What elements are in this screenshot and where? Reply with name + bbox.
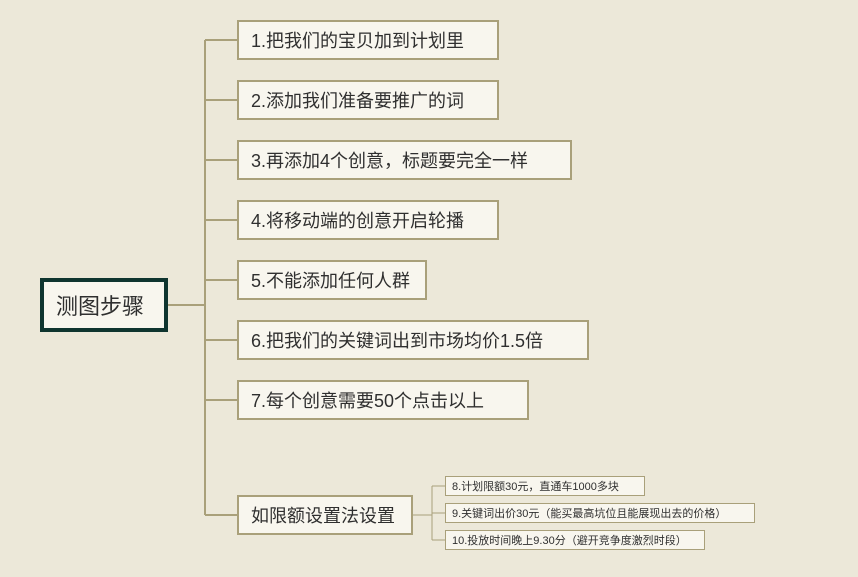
child-node-5[interactable]: 5.不能添加任何人群 bbox=[237, 260, 427, 300]
child-label: 2.添加我们准备要推广的词 bbox=[251, 87, 464, 113]
child-node-4[interactable]: 4.将移动端的创意开启轮播 bbox=[237, 200, 499, 240]
child-label: 3.再添加4个创意，标题要完全一样 bbox=[251, 147, 528, 173]
child-label: 如限额设置法设置 bbox=[251, 502, 395, 528]
child-label: 6.把我们的关键词出到市场均价1.5倍 bbox=[251, 327, 543, 353]
sub-label: 9.关键词出价30元（能买最高坑位且能展现出去的价格） bbox=[452, 505, 726, 521]
child-label: 7.每个创意需要50个点击以上 bbox=[251, 387, 484, 413]
child-node-3[interactable]: 3.再添加4个创意，标题要完全一样 bbox=[237, 140, 572, 180]
root-node[interactable]: 测图步骤 bbox=[40, 278, 168, 332]
sub-node-1[interactable]: 8.计划限额30元，直通车1000多块 bbox=[445, 476, 645, 496]
sub-label: 10.投放时间晚上9.30分（避开竞争度激烈时段） bbox=[452, 532, 687, 548]
sub-node-2[interactable]: 9.关键词出价30元（能买最高坑位且能展现出去的价格） bbox=[445, 503, 755, 523]
child-node-6[interactable]: 6.把我们的关键词出到市场均价1.5倍 bbox=[237, 320, 589, 360]
child-label: 4.将移动端的创意开启轮播 bbox=[251, 207, 464, 233]
root-label: 测图步骤 bbox=[56, 289, 144, 321]
child-node-8[interactable]: 如限额设置法设置 bbox=[237, 495, 413, 535]
child-node-2[interactable]: 2.添加我们准备要推广的词 bbox=[237, 80, 499, 120]
sub-node-3[interactable]: 10.投放时间晚上9.30分（避开竞争度激烈时段） bbox=[445, 530, 705, 550]
child-node-7[interactable]: 7.每个创意需要50个点击以上 bbox=[237, 380, 529, 420]
child-label: 5.不能添加任何人群 bbox=[251, 267, 410, 293]
child-node-1[interactable]: 1.把我们的宝贝加到计划里 bbox=[237, 20, 499, 60]
child-label: 1.把我们的宝贝加到计划里 bbox=[251, 27, 464, 53]
sub-label: 8.计划限额30元，直通车1000多块 bbox=[452, 478, 619, 494]
